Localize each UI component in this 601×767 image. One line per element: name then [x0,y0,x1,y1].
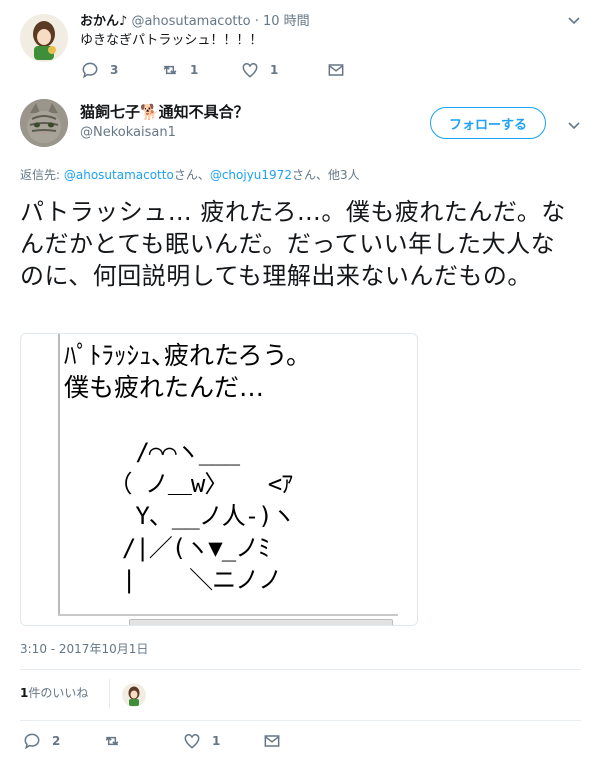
main-avatar[interactable] [20,99,68,147]
retweet-count: 1 [190,63,199,77]
main-display-name[interactable]: 猫飼七子🐕通知不具合？ [80,102,249,122]
likes-summary-separator [109,679,110,709]
liker-avatar[interactable] [122,683,146,707]
reply-to-sep-2[interactable]: さん、他3人 [292,168,360,182]
heart-icon [184,733,200,749]
envelope-icon [264,735,280,747]
reply-icon [82,62,98,79]
reply-handle[interactable]: @ahosutamacotto [131,14,250,29]
reply-icon [24,733,40,750]
envelope-icon [328,64,344,76]
main-direct-message-button[interactable] [262,731,282,751]
main-like-button[interactable]: 1 [182,731,262,751]
retweet-icon [163,65,177,75]
reply-to-prefix: 返信先: [20,168,64,182]
ascii-art: /⌒⌒ヽ___ （ ノ＿w〉 <ｱ Y、__ノ人-)ヽ /|／(ヽ▼_ノﾐ | … [108,438,295,594]
main-reply-count: 2 [52,734,61,748]
reply-button[interactable]: 3 [80,60,160,80]
main-handle[interactable]: @Nekokaisan1 [80,124,176,142]
retweet-button[interactable]: 1 [160,60,240,80]
image-bottom-rule [58,614,398,616]
main-retweet-button[interactable] [102,731,182,751]
image-caption-line-2: 僕も疲れたんだ… [64,373,265,402]
reply-time[interactable]: 10 時間 [263,14,310,29]
reply-to-line: 返信先: @ahosutamacottoさん、@chojyu1972さん、他3人 [20,166,360,184]
reply-display-name[interactable]: おかん♪ [80,14,127,29]
main-like-count: 1 [212,734,221,748]
heart-icon [242,62,258,78]
tweet-image[interactable]: ﾊﾟﾄﾗｯｼｭ､疲れたろう。 僕も疲れたんだ… /⌒⌒ヽ___ （ ノ＿w〉 <… [20,333,418,626]
reply-count: 3 [110,63,119,77]
image-scrollbar[interactable] [129,619,393,625]
image-caption-line-1: ﾊﾟﾄﾗｯｼｭ､疲れたろう。 [64,341,312,370]
follow-button[interactable]: フォローする [430,107,546,139]
retweet-icon [105,736,119,746]
reply-avatar[interactable] [20,14,68,62]
reply-more-chevron-icon[interactable] [566,12,582,32]
main-more-chevron-icon[interactable] [566,117,582,137]
follow-button-label: フォローする [448,117,527,133]
likes-summary[interactable]: 1件のいいね [20,684,88,702]
main-reply-button[interactable]: 2 [22,731,102,751]
separator-dot: · [254,14,259,29]
tweet-timestamp[interactable]: 3:10 - 2017年10月1日 [20,640,148,658]
main-tweet-text: パトラッシュ… 疲れたろ…。僕も疲れたんだ。なんだかとても眠いんだ。だっていい年… [20,198,566,290]
image-left-rule [58,334,60,616]
reply-text: ゆきなぎパトラッシュ！！！！ [80,33,263,48]
direct-message-button[interactable] [326,60,346,80]
like-count: 1 [270,63,279,77]
divider-top [20,669,581,670]
likes-summary-label: 件のいいね [28,686,89,700]
divider-bottom [20,720,581,721]
reply-to-sep-1: さん、 [173,168,210,182]
reply-to-user-2[interactable]: @chojyu1972 [210,168,292,182]
like-button[interactable]: 1 [240,60,326,80]
reply-to-user-1[interactable]: @ahosutamacotto [64,168,174,182]
